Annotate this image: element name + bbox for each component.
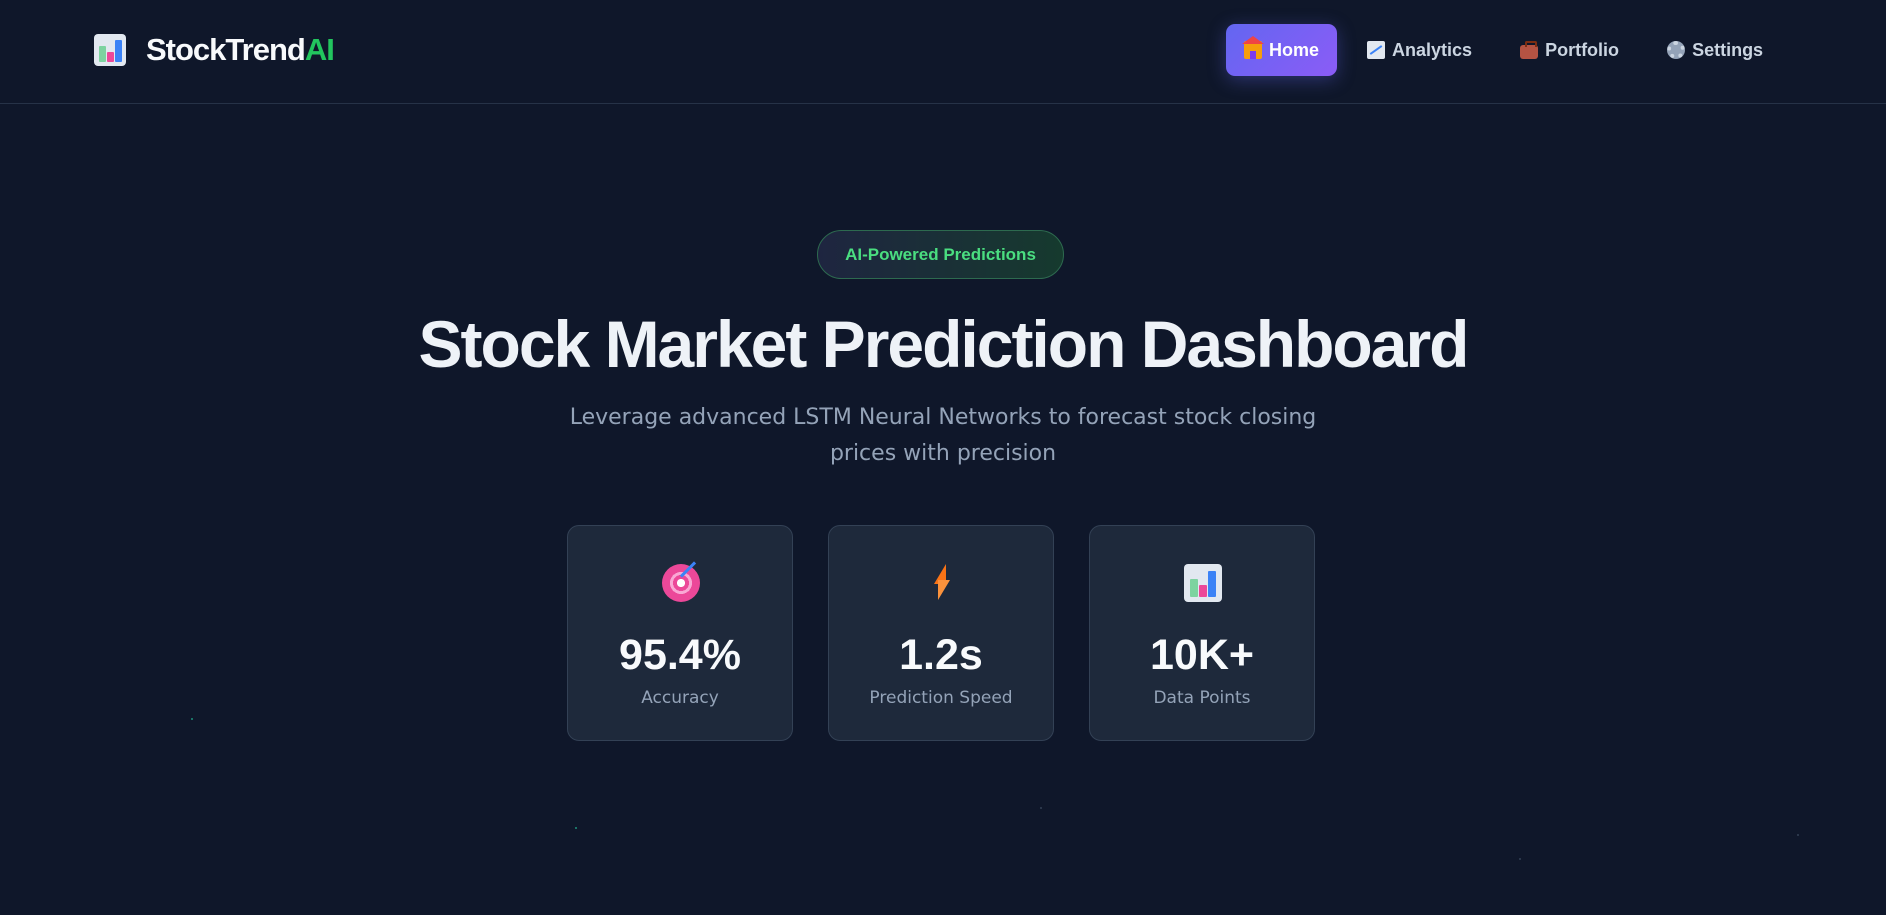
stat-value: 1.2s [899,631,983,679]
brand-name-main: StockTrend [146,32,306,67]
stat-card-prediction-speed: 1.2s Prediction Speed [828,525,1054,741]
nav-item-label: Settings [1692,39,1764,60]
brand-name-accent: AI [304,32,335,67]
top-nav-bar: StockTrendAI Home Analytics Portfolio Se… [0,0,1886,104]
page: StockTrendAI Home Analytics Portfolio Se… [0,0,1886,915]
nav-item-analytics[interactable]: Analytics [1349,24,1490,76]
stat-label: Data Points [1153,688,1251,708]
stat-label: Prediction Speed [869,688,1013,708]
nav-item-label: Portfolio [1545,39,1620,60]
lightning-icon [930,564,954,602]
bar-chart-icon [94,34,126,66]
nav-item-settings[interactable]: Settings [1649,24,1781,76]
page-subtitle: Leverage advanced LSTM Neural Networks t… [569,405,1317,466]
target-icon [662,564,700,602]
background-particle [191,718,193,720]
stat-card-data-points: 10K+ Data Points [1089,525,1315,741]
house-icon [1242,36,1264,59]
stat-card-accuracy: 95.4% Accuracy [567,525,793,741]
brand-name: StockTrendAI [146,32,335,68]
brand-logo[interactable]: StockTrendAI [94,30,335,70]
stat-label: Accuracy [641,688,719,708]
background-particle [1797,834,1799,836]
nav-item-label: Analytics [1392,39,1473,60]
nav-item-label: Home [1269,39,1320,60]
main-nav: Home Analytics Portfolio Settings [1226,24,1793,76]
ai-powered-badge: AI-Powered Predictions [817,230,1064,279]
stat-value: 10K+ [1150,631,1254,679]
gear-icon [1667,41,1686,59]
briefcase-icon [1520,40,1539,59]
nav-item-home[interactable]: Home [1226,24,1338,76]
background-particle [1519,858,1521,860]
background-particle [1040,807,1042,809]
nav-item-portfolio[interactable]: Portfolio [1502,24,1637,76]
page-title: Stock Market Prediction Dashboard [418,307,1470,381]
background-particle [575,827,577,829]
chart-increasing-icon [1367,41,1386,59]
stat-value: 95.4% [619,631,741,679]
bar-chart-icon [1184,564,1222,602]
